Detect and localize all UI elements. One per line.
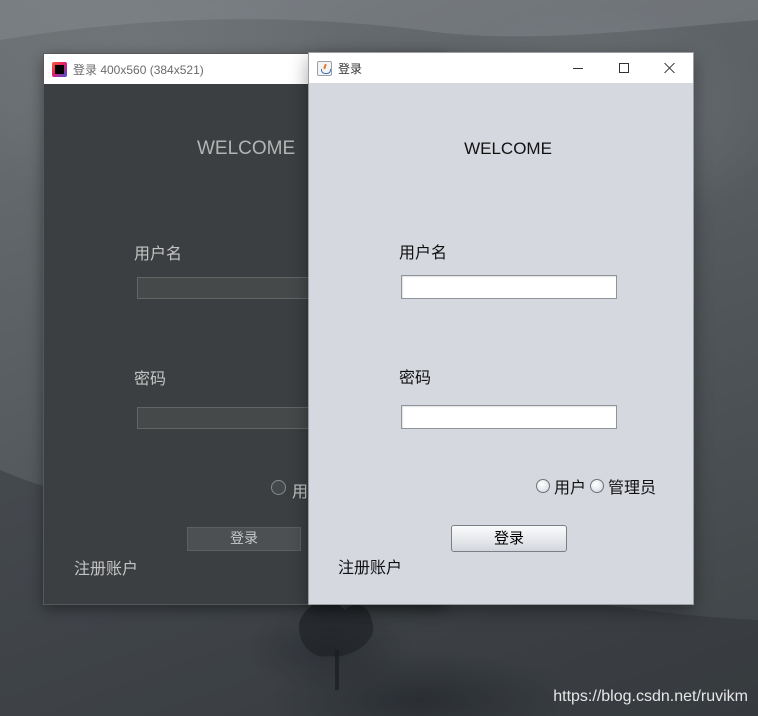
- login-window-titlebar[interactable]: 登录: [309, 53, 693, 83]
- background-username-field[interactable]: [137, 277, 337, 299]
- login-button[interactable]: 登录: [451, 525, 567, 552]
- intellij-idea-icon: [52, 61, 67, 77]
- welcome-heading: WELCOME: [464, 139, 552, 158]
- radio-circle-icon[interactable]: [536, 479, 550, 493]
- background-username-label: 用户名: [134, 244, 183, 263]
- role-label-admin: 管理员: [608, 478, 657, 497]
- background-role-label: 用: [292, 482, 309, 501]
- username-label: 用户名: [399, 243, 448, 262]
- background-password-field[interactable]: [137, 407, 337, 429]
- background-register-link[interactable]: 注册账户: [74, 555, 138, 579]
- background-role-radio[interactable]: [271, 480, 286, 495]
- background-welcome-heading: WELCOME: [197, 138, 296, 159]
- maximize-icon: [619, 63, 629, 73]
- password-label: 密码: [399, 368, 432, 387]
- username-input[interactable]: [401, 275, 617, 299]
- role-radio-admin[interactable]: 管理员: [590, 474, 656, 498]
- window-controls: [555, 53, 693, 83]
- maximize-button[interactable]: [601, 53, 647, 83]
- close-button[interactable]: [647, 53, 693, 83]
- radio-circle-icon[interactable]: [590, 479, 605, 493]
- minimize-button[interactable]: [555, 53, 601, 83]
- login-window: 登录 WELCOME 用户名 密码 用户 管理员 登录 注册账户: [309, 53, 693, 604]
- background-password-label: 密码: [134, 369, 167, 388]
- watermark-url: https://blog.csdn.net/ruvikm: [553, 688, 748, 705]
- background-login-button[interactable]: 登录: [187, 527, 301, 551]
- close-icon: [664, 62, 676, 74]
- minimize-icon: [573, 67, 583, 69]
- background-window-title: 登录 400x560 (384x521): [73, 62, 204, 77]
- role-label-user: 用户: [554, 478, 587, 497]
- password-input[interactable]: [401, 405, 617, 429]
- java-icon: [317, 60, 332, 76]
- login-window-title: 登录: [338, 61, 363, 76]
- register-link[interactable]: 注册账户: [338, 554, 402, 578]
- role-radio-group: 用户 管理员: [536, 474, 660, 498]
- role-radio-user[interactable]: 用户: [536, 474, 586, 498]
